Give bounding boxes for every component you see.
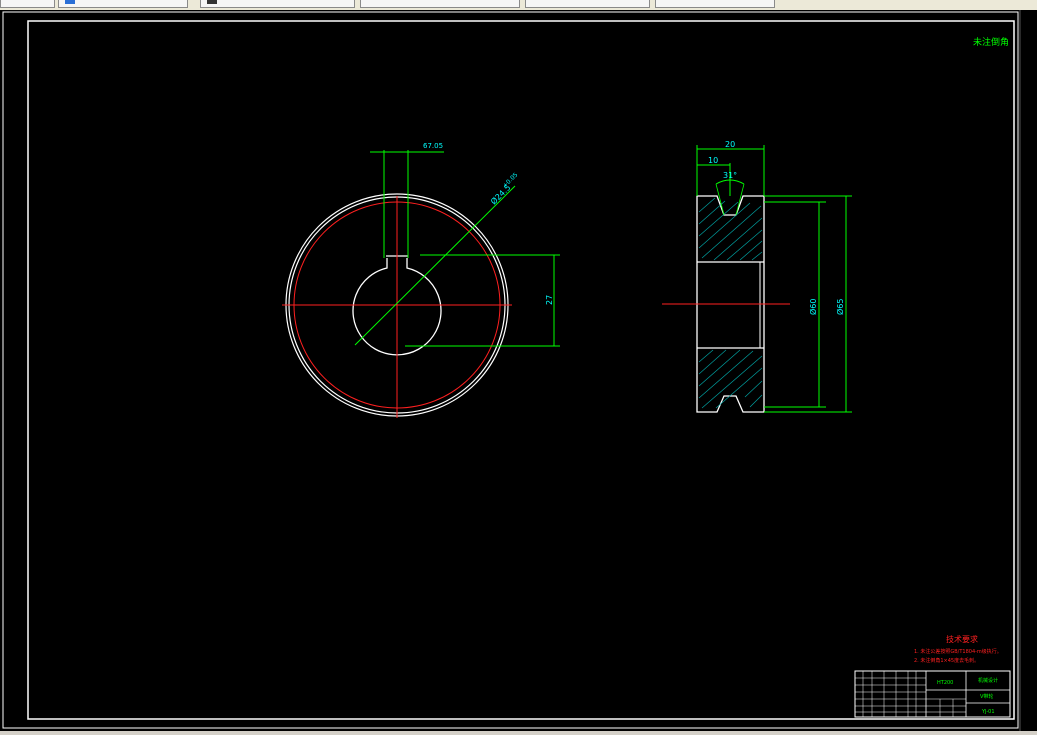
dim-angle: 31° <box>723 171 737 180</box>
dim-hub: 27 <box>545 295 554 305</box>
corner-note: 未注倒角 <box>973 36 1009 48</box>
dim-key-offset: 67.05 <box>423 142 443 150</box>
vertical-scrollbar[interactable] <box>1021 10 1037 731</box>
dim-d60: Ø60 <box>808 299 818 315</box>
tab-1[interactable] <box>0 0 55 8</box>
tech-requirements-title: 技术要求 <box>946 634 978 644</box>
dim-bore-tolerance: +0.05 <box>501 171 519 189</box>
tb-part-name: V带轮 <box>980 693 993 700</box>
front-view: 67.05 Ø24.5 +0.05 27 <box>282 142 560 418</box>
hatching-bottom <box>698 349 763 409</box>
tab-3[interactable] <box>200 0 355 8</box>
tech-requirement-1: 1. 未注公差按照GB/T1804-m级执行。 <box>914 648 1002 655</box>
drawing-border <box>27 20 1015 720</box>
drawing-file-icon <box>65 0 75 4</box>
drawing-canvas[interactable]: 未注倒角 67.05 Ø24.5 +0.05 27 20 10 31° Ø60 … <box>0 10 1037 731</box>
title-block: HT200 机械设计 V带轮 YJ-01 <box>854 670 1011 718</box>
hatching-top <box>698 197 763 261</box>
tb-drawing-no: YJ-01 <box>981 709 995 715</box>
section-view: 20 10 31° Ø60 Ø65 <box>662 140 852 413</box>
tab-2[interactable] <box>58 0 188 8</box>
tab-4[interactable] <box>360 0 520 8</box>
tech-requirement-2: 2. 未注倒角1×45度去毛刺。 <box>914 657 979 664</box>
tb-company: 机械设计 <box>978 677 998 684</box>
dim-d65: Ø65 <box>835 299 845 315</box>
tab-5[interactable] <box>525 0 650 8</box>
dim-groove-center: 10 <box>708 156 718 165</box>
tb-material: HT200 <box>937 680 953 686</box>
dim-width: 20 <box>725 140 735 149</box>
drawing-file-icon <box>207 0 217 4</box>
tab-6[interactable] <box>655 0 775 8</box>
dim-line-bore <box>354 185 516 346</box>
outer-frame <box>2 11 1019 729</box>
